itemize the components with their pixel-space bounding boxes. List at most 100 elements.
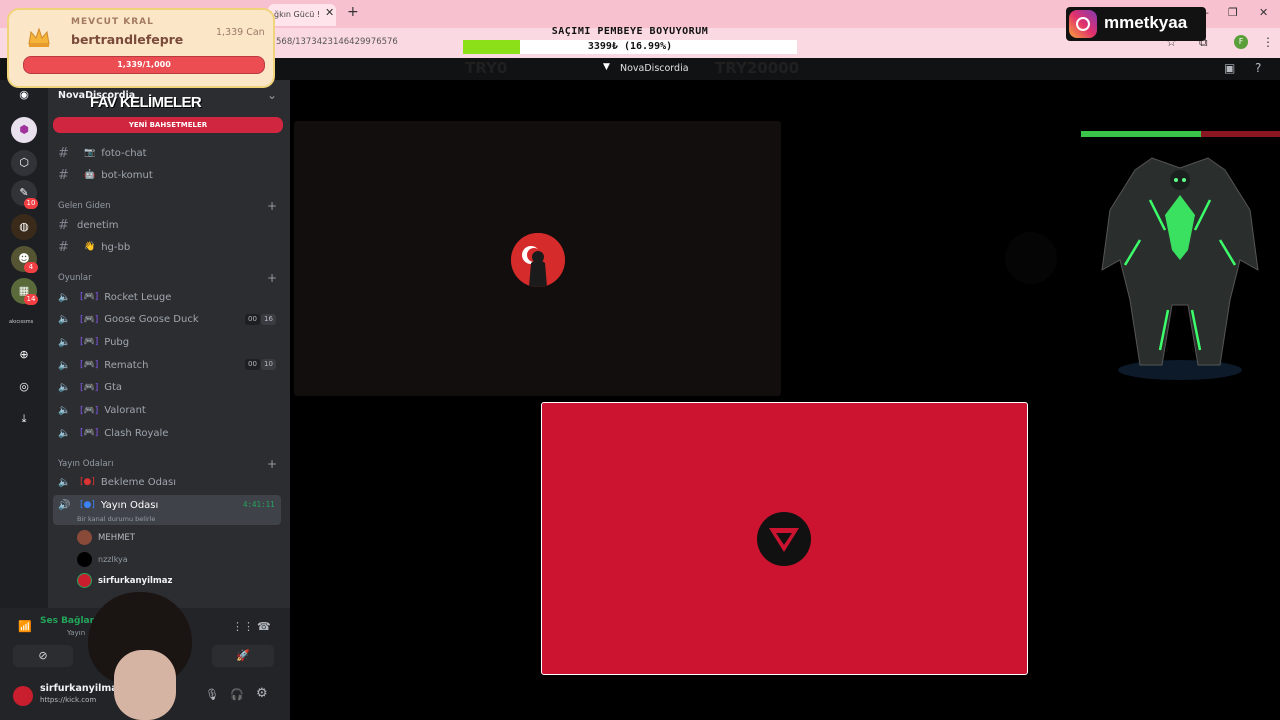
activity-button[interactable]: 🚀 (212, 645, 274, 667)
channel-name: foto-chat (101, 147, 147, 159)
channel-name: Bekleme Odası (100, 476, 177, 488)
camera-off-button[interactable]: ⊘ (13, 645, 73, 667)
ghost-label-right: TRY20000 (715, 59, 800, 77)
user-count-pill: 00 (245, 313, 260, 325)
microphone-icon[interactable]: 🎙 (205, 688, 219, 701)
server-title: NovaDiscordia (620, 63, 689, 74)
channel-name: Pubg (104, 336, 130, 348)
current-king-widget: MEVCUT KRAL bertrandlefepre 1,339 Can 1,… (7, 8, 275, 88)
channel-name: Yayın Odası (100, 499, 159, 511)
instagram-badge: mmetkyaa (1066, 7, 1206, 41)
category-oyunlar[interactable]: Oyunlar (58, 273, 92, 283)
category-gelen-giden[interactable]: Gelen Giden (58, 201, 110, 211)
gamepad-icon: [🎮] (80, 405, 99, 416)
channel-emoji: [●] (80, 500, 95, 510)
donation-goal: SAÇIMI PEMBEYE BOYUYORUM 3399₺ (16.99%) (463, 25, 797, 56)
speaker-icon: 🔊 (58, 499, 71, 511)
disconnect-icon[interactable]: ☎ (257, 620, 271, 633)
stream-logo (757, 512, 811, 566)
tab-title: ğkın Gücü ! (274, 10, 321, 19)
close-tab-icon[interactable]: ✕ (325, 6, 334, 19)
webcam-face (114, 650, 176, 720)
fav-words-title: FAV KELİMELER (90, 94, 202, 111)
profile-avatar-icon[interactable]: F (1234, 35, 1248, 49)
camera-off-icon: ⊘ (38, 649, 48, 662)
notification-badge: 4 (24, 262, 38, 273)
avatar (77, 573, 92, 588)
king-name: bertrandlefepre (71, 32, 184, 47)
donation-amount: 3399₺ (16.99%) (587, 41, 673, 52)
voice-channel-item[interactable]: 🔈 [🎮] Rematch (58, 356, 149, 374)
channel-item[interactable]: # 👋 hg-bb (58, 238, 130, 256)
channel-item-active[interactable]: 🔊 [●] Yayın Odası (58, 496, 158, 514)
add-channel-icon[interactable]: + (267, 271, 277, 285)
voice-channel-item[interactable]: 🔈 [🎮] Gta (58, 379, 122, 397)
voice-channel-item[interactable]: 🔈 [🎮] Pubg (58, 333, 129, 351)
channel-item[interactable]: # 📷 foto-chat (58, 144, 147, 162)
notification-badge: 10 (24, 198, 38, 209)
voice-channel-item[interactable]: 🔈 [🎮] Rocket Leuge (58, 288, 171, 306)
hash-icon: # (58, 217, 69, 233)
avatar[interactable] (13, 686, 33, 706)
voice-channel-item[interactable]: 🔈 [🎮] Goose Goose Duck (58, 311, 199, 329)
download-icon[interactable]: ⤓ (11, 406, 37, 432)
participant-avatar[interactable] (511, 233, 565, 287)
url-text[interactable]: 568/1373423146429976576 (276, 37, 398, 47)
discover-icon[interactable]: ◎ (11, 374, 37, 400)
hash-icon: # (58, 167, 69, 183)
channel-name: Clash Royale (104, 427, 169, 439)
voice-user-name: nzzlkya (98, 555, 128, 564)
speaker-icon: 🔈 (58, 405, 71, 416)
ghost-label-left: TRY0 (465, 59, 508, 77)
channel-name: denetim (77, 219, 119, 231)
king-label: MEVCUT KRAL (71, 17, 154, 27)
channel-status-hint[interactable]: Bir kanal durumu belirle (77, 515, 155, 523)
gamepad-icon: [🎮] (80, 292, 99, 302)
channel-emoji: [●] (80, 477, 95, 487)
help-icon[interactable]: ? (1255, 61, 1261, 75)
server-icon-1[interactable]: ⬢ (11, 117, 37, 143)
hash-icon: # (58, 239, 69, 255)
channel-name: Goose Goose Duck (104, 314, 199, 326)
voice-user[interactable]: nzzlkya (77, 552, 128, 567)
gamepad-icon: [🎮] (80, 314, 99, 325)
speaker-icon: 🔈 (58, 291, 71, 303)
voice-user[interactable]: sirfurkanyilmaz (77, 573, 172, 588)
speaker-icon: 🔈 (58, 427, 71, 439)
settings-gear-icon[interactable]: ⚙ (256, 686, 268, 701)
server-label-text[interactable]: akıcıssms (9, 319, 33, 325)
flag-avatar-icon (511, 233, 565, 287)
maximize-icon[interactable]: ❐ (1228, 6, 1238, 19)
crown-icon (28, 27, 50, 47)
speaker-icon: 🔈 (58, 314, 71, 326)
add-channel-icon[interactable]: + (267, 457, 277, 471)
gamepad-icon: [🎮] (80, 428, 99, 439)
king-currency: 1,339 Can (216, 27, 265, 38)
category-yayin-odalari[interactable]: Yayın Odaları (58, 459, 113, 469)
server-icon-4[interactable]: ◍ (11, 214, 37, 240)
noise-suppression-icon[interactable]: ⋮⋮ (232, 620, 254, 633)
voice-channel-item[interactable]: 🔈 [🎮] Valorant (58, 402, 146, 420)
channel-name: Rocket Leuge (104, 291, 172, 303)
channel-item[interactable]: # denetim (58, 216, 118, 234)
channel-name: Rematch (104, 359, 149, 371)
headphones-icon[interactable]: 🎧 (230, 688, 244, 701)
new-mentions-banner: YENİ BAHSETMELER (53, 117, 283, 133)
voice-user[interactable]: MEHMET (77, 530, 135, 545)
channel-item[interactable]: 🔈 [●] Bekleme Odası (58, 473, 176, 491)
instagram-icon (1069, 10, 1097, 38)
chevron-down-icon[interactable]: ⌄ (267, 88, 277, 102)
add-server-icon[interactable]: ⊕ (11, 342, 37, 368)
window-close-icon[interactable]: ✕ (1259, 6, 1268, 19)
inbox-icon[interactable]: ▣ (1224, 61, 1235, 75)
channel-name: Gta (104, 382, 123, 394)
notification-badge: 14 (24, 294, 38, 305)
add-channel-icon[interactable]: + (267, 199, 277, 213)
server-icon-2[interactable]: ⬡ (11, 150, 37, 176)
ghost-avatar (1005, 232, 1057, 284)
voice-channel-item[interactable]: 🔈 [🎮] Clash Royale (58, 424, 168, 442)
speaker-icon: 🔈 (58, 382, 71, 394)
new-tab-icon[interactable]: + (347, 4, 359, 20)
browser-menu-icon[interactable]: ⋮ (1262, 35, 1274, 49)
channel-item[interactable]: # 🤖 bot-komut (58, 166, 153, 184)
